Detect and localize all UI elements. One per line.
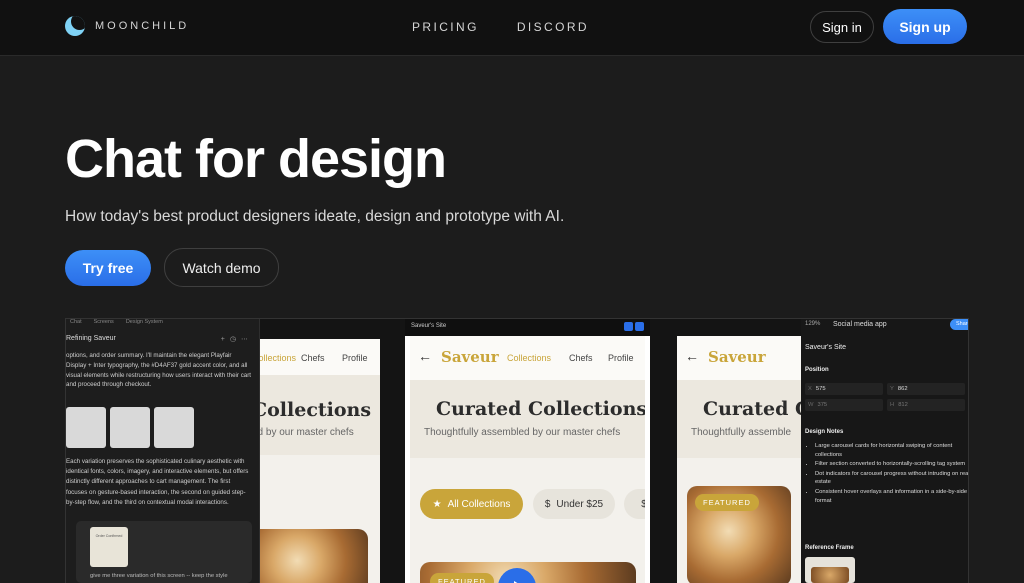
nav-link-pricing[interactable]: PRICING xyxy=(412,20,479,34)
sign-in-button[interactable]: Sign in xyxy=(810,11,874,43)
zoom-level[interactable]: 129% xyxy=(805,321,820,327)
hero-subtitle: How today's best product designers ideat… xyxy=(65,208,565,225)
nav-chefs[interactable]: Chefs xyxy=(569,353,593,363)
design-note: Consistent hover overlays and informatio… xyxy=(815,488,968,505)
screen-preview-center[interactable]: ← Saveur Collections Chefs Profile Curat… xyxy=(410,336,645,583)
chat-panel: Chat Screens Design System Refining Save… xyxy=(66,319,260,583)
filter-next[interactable]: $ xyxy=(624,489,645,519)
height-field[interactable]: H 812 xyxy=(887,399,965,411)
tab-chat[interactable]: Chat xyxy=(70,319,82,328)
chat-thumbnails xyxy=(66,407,194,448)
nav-collections: Collections xyxy=(260,353,297,363)
filter-all-collections[interactable]: ★ All Collections xyxy=(420,489,523,519)
screen-brand: Saveur xyxy=(441,348,499,366)
chat-tabs: Chat Screens Design System xyxy=(66,319,263,328)
design-note: Filter section converted to horizontally… xyxy=(815,460,968,469)
back-arrow-icon[interactable]: ← xyxy=(685,348,699,364)
variation-thumbnail[interactable] xyxy=(66,407,106,448)
screen-subtitle: Thoughtfully assembled by our master che… xyxy=(424,427,621,438)
top-nav: MOONCHILD PRICING DISCORD Sign in Sign u… xyxy=(0,0,1024,56)
try-free-button[interactable]: Try free xyxy=(65,250,151,286)
inspector-panel: 129% Social media app Share Saveur's Sit… xyxy=(801,319,968,583)
selected-frame-name: Saveur's Site xyxy=(805,344,847,351)
attachment-title: Order Confirmed xyxy=(95,534,123,538)
width-field[interactable]: W 375 xyxy=(805,399,883,411)
design-notes-label: Design Notes xyxy=(805,429,844,435)
tab-design-system[interactable]: Design System xyxy=(126,319,163,328)
attachment-card[interactable]: Order Confirmed xyxy=(90,527,128,567)
variation-thumbnail[interactable] xyxy=(110,407,150,448)
filter-under-25[interactable]: $ Under $25 xyxy=(533,489,615,519)
screen-nav: ← Saveur xyxy=(677,336,801,380)
design-note: Large carousel cards for horizontal swip… xyxy=(815,442,968,459)
x-field[interactable]: X 575 xyxy=(805,383,883,395)
position-label: Position xyxy=(805,367,829,373)
star-icon: ★ xyxy=(432,498,442,510)
expand-icon[interactable] xyxy=(635,322,644,331)
history-icon[interactable]: ◷ xyxy=(230,336,241,343)
dollar-icon: $ xyxy=(544,498,551,510)
screen-preview-right[interactable]: ← Saveur Curated C Thoughtfully assemble… xyxy=(677,336,801,583)
chat-message: Each variation preserves the sophisticat… xyxy=(66,458,249,506)
screen-nav: ← Saveur Collections Chefs Profile xyxy=(410,336,645,380)
variation-thumbnail[interactable] xyxy=(154,407,194,448)
watch-demo-button[interactable]: Watch demo xyxy=(164,248,279,287)
screen-title: Collections xyxy=(260,399,372,421)
reference-frame-thumbnail[interactable] xyxy=(805,557,855,583)
chat-heading: Refining Saveur xyxy=(66,335,116,342)
back-arrow-icon[interactable]: ← xyxy=(418,348,432,364)
tab-screens[interactable]: Screens xyxy=(94,319,114,328)
plus-icon[interactable]: + xyxy=(221,336,230,343)
share-button[interactable]: Share xyxy=(950,319,968,330)
nav-collections[interactable]: Collections xyxy=(507,353,551,363)
nav-profile: Profile xyxy=(342,353,368,363)
design-notes-list: Large carousel cards for horizontal swip… xyxy=(805,442,968,506)
screen-title: Curated C xyxy=(703,398,801,420)
chat-input[interactable]: give me three variation of this screen -… xyxy=(90,573,228,579)
product-preview: Chat Screens Design System Refining Save… xyxy=(65,318,969,583)
hero-title: Chat for design xyxy=(65,129,447,189)
pill-label: Under $25 xyxy=(556,498,604,510)
nav-chefs: Chefs xyxy=(301,353,325,363)
featured-badge: FEATURED xyxy=(695,494,759,511)
nav-profile[interactable]: Profile xyxy=(608,353,634,363)
nav-links: PRICING DISCORD xyxy=(412,20,589,34)
sign-up-button[interactable]: Sign up xyxy=(883,9,967,44)
chat-message: options, and order summary. I'll maintai… xyxy=(66,352,252,389)
chat-composer: Order Confirmed give me three variation … xyxy=(76,521,252,583)
chat-actions: +◷⋯ xyxy=(221,335,253,343)
moon-icon xyxy=(65,16,85,36)
design-note: Dot indicators for carousel progress wit… xyxy=(815,470,968,487)
project-name: Social media app xyxy=(833,321,887,328)
window-title: Saveur's Site xyxy=(411,323,447,329)
brand-name: MOONCHILD xyxy=(95,20,190,32)
more-icon[interactable]: ⋯ xyxy=(241,336,253,343)
edit-icon[interactable] xyxy=(624,322,633,331)
screen-preview-left[interactable]: Collections Chefs Profile Collections ed… xyxy=(260,339,380,583)
screen-subtitle: Thoughtfully assemble xyxy=(691,427,792,438)
pill-label: All Collections xyxy=(447,498,511,510)
nav-link-discord[interactable]: DISCORD xyxy=(517,20,589,34)
screen-brand: Saveur xyxy=(708,348,766,366)
y-field[interactable]: Y 862 xyxy=(887,383,965,395)
window-titlebar: Saveur's Site xyxy=(405,319,650,336)
brand-logo[interactable]: MOONCHILD xyxy=(65,16,189,36)
screen-nav: Collections Chefs Profile xyxy=(260,339,380,375)
bread-image xyxy=(260,529,368,583)
screen-title: Curated Collections xyxy=(436,398,645,420)
screen-subtitle: ed by our master chefs xyxy=(260,427,354,438)
reference-frame-label: Reference Frame xyxy=(805,545,854,551)
